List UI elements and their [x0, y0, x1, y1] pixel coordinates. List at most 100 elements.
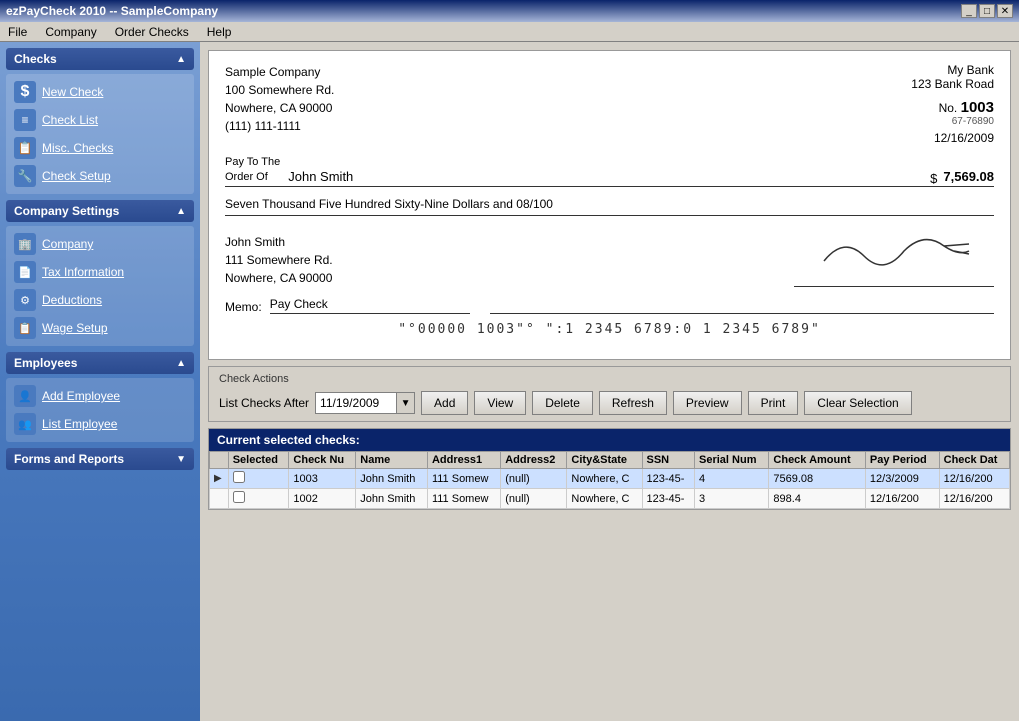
check-middle: John Smith 111 Somewhere Rd. Nowhere, CA…: [225, 226, 994, 287]
row-amount: 7569.08: [769, 469, 866, 489]
check-display: Sample Company 100 Somewhere Rd. Nowhere…: [208, 50, 1011, 360]
refresh-button[interactable]: Refresh: [599, 391, 667, 415]
check-actions-title: Check Actions: [219, 373, 1000, 385]
payee-address2: 111 Somewhere Rd.: [225, 251, 333, 269]
wage-icon: 📋: [14, 317, 36, 339]
sidebar-item-misc-checks[interactable]: 📋 Misc. Checks: [10, 134, 190, 162]
row-check-num: 1003: [289, 469, 356, 489]
menu-order-checks[interactable]: Order Checks: [111, 25, 193, 39]
sidebar-section-checks-header[interactable]: Checks ▲: [6, 48, 194, 70]
print-button[interactable]: Print: [748, 391, 799, 415]
check-date: 12/16/2009: [911, 131, 994, 145]
deductions-icon: ⚙: [14, 289, 36, 311]
clear-selection-button[interactable]: Clear Selection: [804, 391, 911, 415]
sidebar-item-company[interactable]: 🏢 Company: [10, 230, 190, 258]
row-arrow: [210, 489, 229, 509]
check-number-label: No.: [939, 101, 958, 115]
view-button[interactable]: View: [474, 391, 526, 415]
tax-icon: 📄: [14, 261, 36, 283]
close-button[interactable]: ✕: [997, 4, 1013, 18]
menu-file[interactable]: File: [4, 25, 31, 39]
col-address1: Address1: [427, 452, 500, 469]
maximize-button[interactable]: □: [979, 4, 995, 18]
chevron-up-icon: ▲: [176, 54, 186, 65]
table-row[interactable]: ▶ 1003 John Smith 111 Somew (null) Nowhe…: [210, 469, 1010, 489]
menu-help[interactable]: Help: [203, 25, 236, 39]
col-city-state: City&State: [567, 452, 642, 469]
minimize-button[interactable]: _: [961, 4, 977, 18]
menu-company[interactable]: Company: [41, 25, 100, 39]
sidebar-item-add-employee[interactable]: 👤 Add Employee: [10, 382, 190, 410]
content-area: Sample Company 100 Somewhere Rd. Nowhere…: [200, 42, 1019, 721]
row-checkbox[interactable]: [233, 471, 245, 483]
row-name: John Smith: [356, 469, 428, 489]
sidebar-item-deductions[interactable]: ⚙ Deductions: [10, 286, 190, 314]
row-pay-period: 12/16/200: [865, 489, 939, 509]
chevron-down-icon: ▼: [176, 454, 186, 465]
row-address2: (null): [501, 489, 567, 509]
sidebar-item-check-setup[interactable]: 🔧 Check Setup: [10, 162, 190, 190]
row-serial: 4: [695, 469, 769, 489]
company-address1: 100 Somewhere Rd.: [225, 81, 334, 99]
check-memo-line: Memo: Pay Check: [225, 297, 994, 314]
row-ssn: 123-45-: [642, 489, 695, 509]
sidebar-item-wage-setup[interactable]: 📋 Wage Setup: [10, 314, 190, 342]
col-amount: Check Amount: [769, 452, 866, 469]
chevron-up-icon-2: ▲: [176, 206, 186, 217]
sidebar-section-employees: Employees ▲ 👤 Add Employee 👥 List Employ…: [6, 352, 194, 442]
add-button[interactable]: Add: [421, 391, 468, 415]
chevron-up-icon-3: ▲: [176, 358, 186, 369]
date-input[interactable]: [316, 393, 396, 413]
sidebar-item-tax[interactable]: 📄 Tax Information: [10, 258, 190, 286]
sidebar-employees-items: 👤 Add Employee 👥 List Employee: [6, 378, 194, 442]
check-table: Selected Check Nu Name Address1 Address2…: [209, 451, 1010, 509]
payee-address: John Smith 111 Somewhere Rd. Nowhere, CA…: [225, 233, 333, 287]
window-title: ezPayCheck 2010 -- SampleCompany: [6, 4, 218, 18]
row-checkbox[interactable]: [233, 491, 245, 503]
sidebar-section-employees-header[interactable]: Employees ▲: [6, 352, 194, 374]
memo-value: Pay Check: [270, 297, 470, 314]
row-name: John Smith: [356, 489, 428, 509]
bank-address: 123 Bank Road: [911, 77, 994, 91]
sidebar-section-company: Company Settings ▲ 🏢 Company 📄 Tax Infor…: [6, 200, 194, 346]
date-select[interactable]: ▼: [315, 392, 415, 414]
routing-number: 67-76890: [911, 116, 994, 127]
sidebar-section-forms-header[interactable]: Forms and Reports ▼: [6, 448, 194, 470]
row-checkbox-cell[interactable]: [228, 469, 289, 489]
table-header-row: Selected Check Nu Name Address1 Address2…: [210, 452, 1010, 469]
row-address1: 111 Somew: [427, 489, 500, 509]
sidebar-item-list-employee[interactable]: 👥 List Employee: [10, 410, 190, 438]
row-ssn: 123-45-: [642, 469, 695, 489]
sidebar-item-new-check[interactable]: $ New Check: [10, 78, 190, 106]
row-check-date: 12/16/200: [939, 489, 1009, 509]
memo-label: Memo:: [225, 300, 262, 314]
misc-icon: 📋: [14, 137, 36, 159]
dollar-icon: $: [14, 81, 36, 103]
preview-button[interactable]: Preview: [673, 391, 742, 415]
sidebar-item-check-list[interactable]: ≡ Check List: [10, 106, 190, 134]
delete-button[interactable]: Delete: [532, 391, 593, 415]
sidebar-section-checks: Checks ▲ $ New Check ≡ Check List 📋 Misc…: [6, 48, 194, 194]
bank-name: My Bank: [911, 63, 994, 77]
row-check-date: 12/16/200: [939, 469, 1009, 489]
check-amount: 7,569.08: [943, 169, 994, 186]
sidebar: Checks ▲ $ New Check ≡ Check List 📋 Misc…: [0, 42, 200, 721]
window-controls[interactable]: _ □ ✕: [961, 4, 1013, 18]
amount-words: Seven Thousand Five Hundred Sixty-Nine D…: [225, 193, 994, 216]
payee-name: John Smith: [288, 169, 924, 186]
check-list-header: Current selected checks:: [209, 429, 1010, 451]
col-ssn: SSN: [642, 452, 695, 469]
row-arrow: ▶: [210, 469, 229, 489]
col-selected: Selected: [228, 452, 289, 469]
col-address2: Address2: [501, 452, 567, 469]
row-checkbox-cell[interactable]: [228, 489, 289, 509]
company-address2: Nowhere, CA 90000: [225, 99, 334, 117]
setup-icon: 🔧: [14, 165, 36, 187]
table-row[interactable]: 1002 John Smith 111 Somew (null) Nowhere…: [210, 489, 1010, 509]
date-dropdown-arrow[interactable]: ▼: [396, 393, 414, 413]
payto-label: Pay To TheOrder Of: [225, 155, 280, 186]
sidebar-company-items: 🏢 Company 📄 Tax Information ⚙ Deductions…: [6, 226, 194, 346]
sidebar-section-company-header[interactable]: Company Settings ▲: [6, 200, 194, 222]
row-check-num: 1002: [289, 489, 356, 509]
col-check-num: Check Nu: [289, 452, 356, 469]
